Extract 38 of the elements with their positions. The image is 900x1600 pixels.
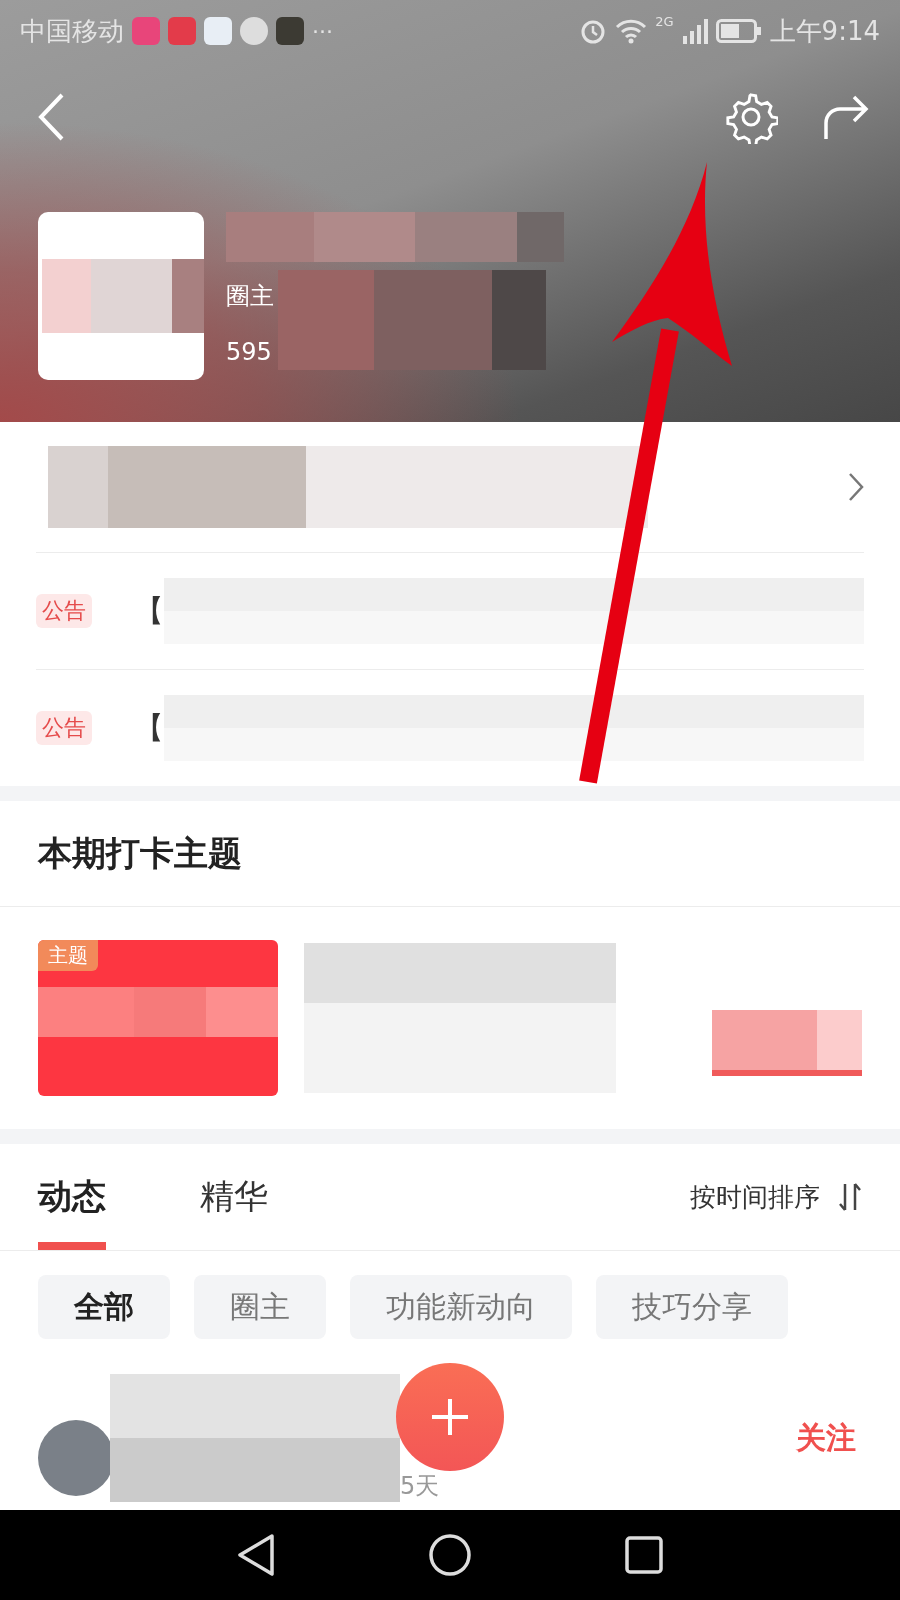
- back-nav-icon[interactable]: [236, 1533, 276, 1577]
- carrier-name: 中国移动: [20, 14, 124, 48]
- feed-tab[interactable]: 动态: [38, 1144, 106, 1250]
- signal-icon: [681, 18, 708, 44]
- app-icon: [204, 17, 232, 45]
- back-icon[interactable]: [36, 92, 66, 142]
- more-notifications: ···: [312, 18, 333, 44]
- owner-label: 圈主: [226, 281, 274, 312]
- share-icon[interactable]: [822, 93, 870, 141]
- app-icon: [240, 17, 268, 45]
- section-title: 本期打卡主题: [0, 801, 900, 907]
- app-icon: [132, 17, 160, 45]
- notice-tag: 公告: [36, 594, 92, 628]
- chevron-right-icon: [848, 472, 864, 502]
- notice-text[interactable]: 【: [134, 707, 164, 749]
- member-count: 595: [226, 338, 273, 366]
- filter-chip[interactable]: 技巧分享: [596, 1275, 788, 1339]
- notice-text[interactable]: 【: [134, 590, 164, 632]
- network-type: 2G: [655, 14, 674, 29]
- filter-chip[interactable]: 功能新动向: [350, 1275, 572, 1339]
- battery-icon: [715, 19, 762, 43]
- sort-icon: [838, 1182, 862, 1212]
- plus-icon: [430, 1397, 470, 1437]
- settings-icon[interactable]: [724, 90, 778, 144]
- notice-tag: 公告: [36, 711, 92, 745]
- filter-chip[interactable]: 全部: [38, 1275, 170, 1339]
- sort-button[interactable]: 按时间排序: [690, 1179, 862, 1215]
- feed-tab[interactable]: 精华: [200, 1144, 268, 1250]
- post-time: 5天: [400, 1471, 440, 1502]
- filter-chip[interactable]: 圈主: [194, 1275, 326, 1339]
- follow-button[interactable]: 关注: [790, 1416, 862, 1460]
- app-icon: [168, 17, 196, 45]
- recents-nav-icon[interactable]: [624, 1535, 664, 1575]
- app-icon: [276, 17, 304, 45]
- theme-badge: 主题: [38, 940, 98, 971]
- clock-time: 上午9:14: [769, 14, 880, 48]
- home-nav-icon[interactable]: [428, 1533, 472, 1577]
- wifi-icon: [615, 18, 648, 44]
